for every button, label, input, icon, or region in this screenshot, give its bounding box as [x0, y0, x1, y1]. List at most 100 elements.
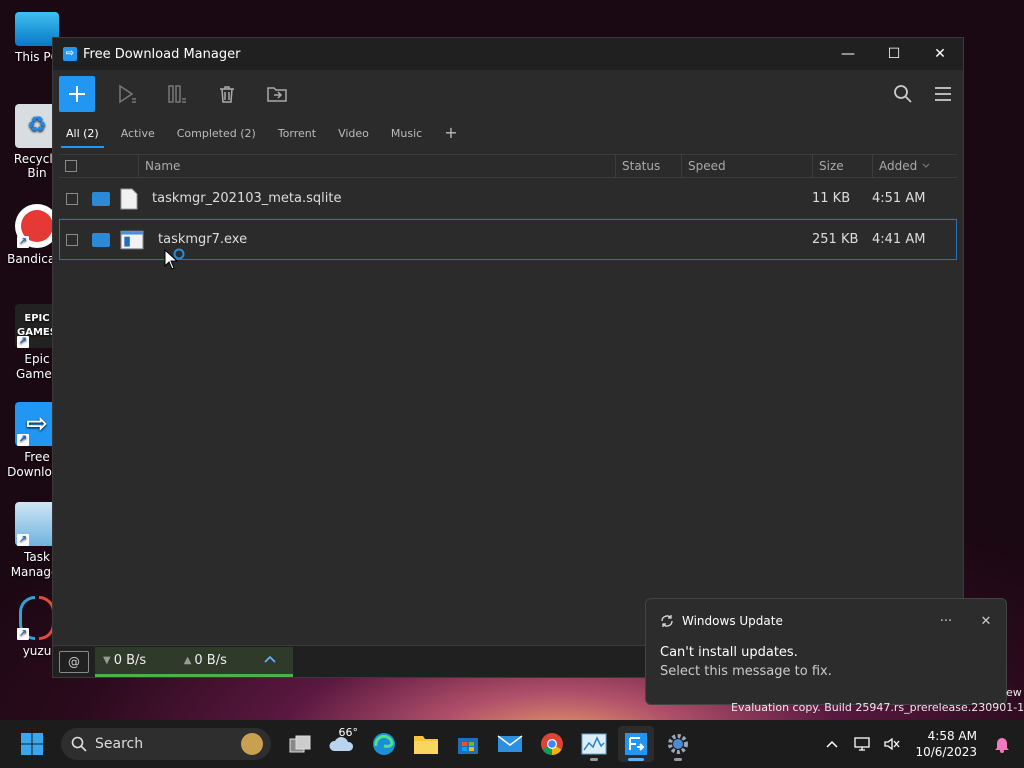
table-header: Name Status Speed Size Added	[59, 154, 957, 178]
table-row[interactable]: taskmgr_202103_meta.sqlite 11 KB 4:51 AM	[59, 178, 957, 219]
search-button[interactable]	[885, 76, 921, 112]
tab-active[interactable]: Active	[116, 127, 160, 148]
play-icon	[119, 84, 136, 104]
store-icon	[458, 738, 478, 754]
search-highlight-icon	[241, 733, 263, 755]
title-bar[interactable]: ⇨ Free Download Manager — ☐ ✕	[53, 38, 963, 70]
task-manager-icon	[581, 733, 607, 755]
plus-icon	[69, 86, 85, 102]
open-folder-icon[interactable]	[92, 191, 110, 206]
tab-video[interactable]: Video	[333, 127, 374, 148]
shortcut-arrow-icon: ↗	[17, 534, 29, 546]
notification-title: Can't install updates.	[660, 645, 798, 660]
desktop-icon-label: yuzu	[22, 644, 52, 658]
fdm-logo-icon: ⇨	[63, 47, 77, 61]
table-row[interactable]: taskmgr7.exe 251 KB 4:41 AM	[59, 219, 957, 260]
tab-music[interactable]: Music	[386, 127, 427, 148]
taskbar-task-manager[interactable]	[576, 726, 612, 762]
taskbar-settings[interactable]	[660, 726, 696, 762]
trash-icon	[220, 86, 234, 103]
toolbar	[53, 70, 963, 118]
chevron-up-icon	[264, 655, 276, 663]
taskbar: Search 66° 4:58 AM 10/6/2023	[0, 720, 1024, 768]
column-added-label: Added	[879, 159, 918, 173]
shortcut-arrow-icon: ↗	[17, 628, 29, 640]
pause-icon	[168, 85, 186, 103]
window-title: Free Download Manager	[83, 46, 241, 62]
weather-widget[interactable]: 66°	[324, 726, 360, 762]
notification-more-button[interactable]: ···	[926, 614, 966, 629]
downloads-table: Name Status Speed Size Added taskmgr_202…	[59, 154, 957, 260]
select-all-checkbox[interactable]	[65, 160, 77, 172]
start-button[interactable]	[14, 726, 50, 762]
tab-all[interactable]: All (2)	[61, 127, 104, 148]
download-speed: 0 B/s	[113, 652, 147, 668]
system-tray: 4:58 AM 10/6/2023	[817, 720, 1024, 768]
active-indicator	[628, 758, 644, 761]
column-status[interactable]: Status	[616, 155, 682, 177]
taskbar-mail[interactable]	[492, 726, 528, 762]
windows-update-notification[interactable]: Windows Update ··· ✕ Can't install updat…	[645, 598, 1007, 705]
volume-button[interactable]	[880, 726, 904, 762]
file-added-time: 4:51 AM	[872, 191, 926, 206]
column-size[interactable]: Size	[813, 155, 873, 177]
file-name: taskmgr7.exe	[158, 232, 248, 247]
traffic-speed-panel[interactable]: ▼ 0 B/s ▲ 0 B/s	[95, 646, 293, 677]
taskbar-search[interactable]: Search	[61, 728, 271, 760]
clock[interactable]: 4:58 AM 10/6/2023	[915, 728, 977, 760]
taskbar-edge[interactable]	[366, 726, 402, 762]
row-checkbox[interactable]	[66, 233, 78, 246]
resume-button[interactable]	[109, 76, 145, 112]
column-added[interactable]: Added	[873, 155, 957, 177]
clock-time: 4:58 AM	[927, 729, 977, 743]
tab-torrent[interactable]: Torrent	[273, 127, 321, 148]
pause-button[interactable]	[159, 76, 195, 112]
file-size: 251 KB	[812, 232, 859, 247]
gear-icon	[668, 734, 688, 754]
notification-header: Windows Update ··· ✕	[646, 599, 1006, 643]
notifications-button[interactable]	[988, 726, 1016, 762]
network-button[interactable]	[850, 726, 874, 762]
move-to-folder-button[interactable]	[259, 76, 295, 112]
minimize-button[interactable]: —	[825, 38, 871, 70]
folder-icon	[414, 736, 438, 754]
chevron-up-icon	[826, 740, 838, 748]
windows-logo-icon	[21, 733, 43, 755]
show-hidden-icons-button[interactable]	[820, 726, 844, 762]
task-view-icon	[289, 735, 311, 753]
tab-completed[interactable]: Completed (2)	[172, 127, 261, 148]
clock-date: 10/6/2023	[915, 745, 977, 759]
watermark-line: ew	[1006, 686, 1022, 699]
network-icon	[854, 737, 871, 751]
column-speed[interactable]: Speed	[682, 155, 813, 177]
row-checkbox[interactable]	[66, 192, 78, 205]
main-menu-button[interactable]	[925, 76, 961, 112]
executable-file-icon	[120, 230, 144, 249]
speed-limit-button[interactable]: @	[59, 650, 89, 673]
filter-tabs: All (2) Active Completed (2) Torrent Vid…	[53, 118, 963, 148]
close-button[interactable]: ✕	[917, 38, 963, 70]
mouse-cursor-icon	[164, 248, 185, 270]
delete-button[interactable]	[209, 76, 245, 112]
maximize-button[interactable]: ☐	[871, 38, 917, 70]
add-download-button[interactable]	[59, 76, 95, 112]
snail-icon: @	[68, 654, 80, 669]
task-view-button[interactable]	[282, 726, 318, 762]
shortcut-arrow-icon: ↗	[17, 434, 29, 446]
notification-app-name: Windows Update	[682, 614, 783, 628]
sync-icon	[661, 615, 673, 627]
upload-speed: 0 B/s	[194, 652, 227, 668]
fdm-app-icon	[625, 733, 647, 755]
file-size: 11 KB	[812, 191, 851, 206]
taskbar-chrome[interactable]	[534, 726, 570, 762]
file-name: taskmgr_202103_meta.sqlite	[152, 191, 342, 206]
add-tab-button[interactable]: +	[439, 123, 462, 148]
taskbar-file-explorer[interactable]	[408, 726, 444, 762]
notification-close-button[interactable]: ✕	[966, 614, 1006, 629]
taskbar-microsoft-store[interactable]	[450, 726, 486, 762]
taskbar-free-download-manager[interactable]	[618, 726, 654, 762]
column-name[interactable]: Name	[139, 155, 616, 177]
chrome-icon	[541, 733, 563, 755]
fdm-window: ⇨ Free Download Manager — ☐ ✕ All (2) Ac…	[52, 37, 965, 678]
open-folder-icon[interactable]	[92, 232, 110, 247]
